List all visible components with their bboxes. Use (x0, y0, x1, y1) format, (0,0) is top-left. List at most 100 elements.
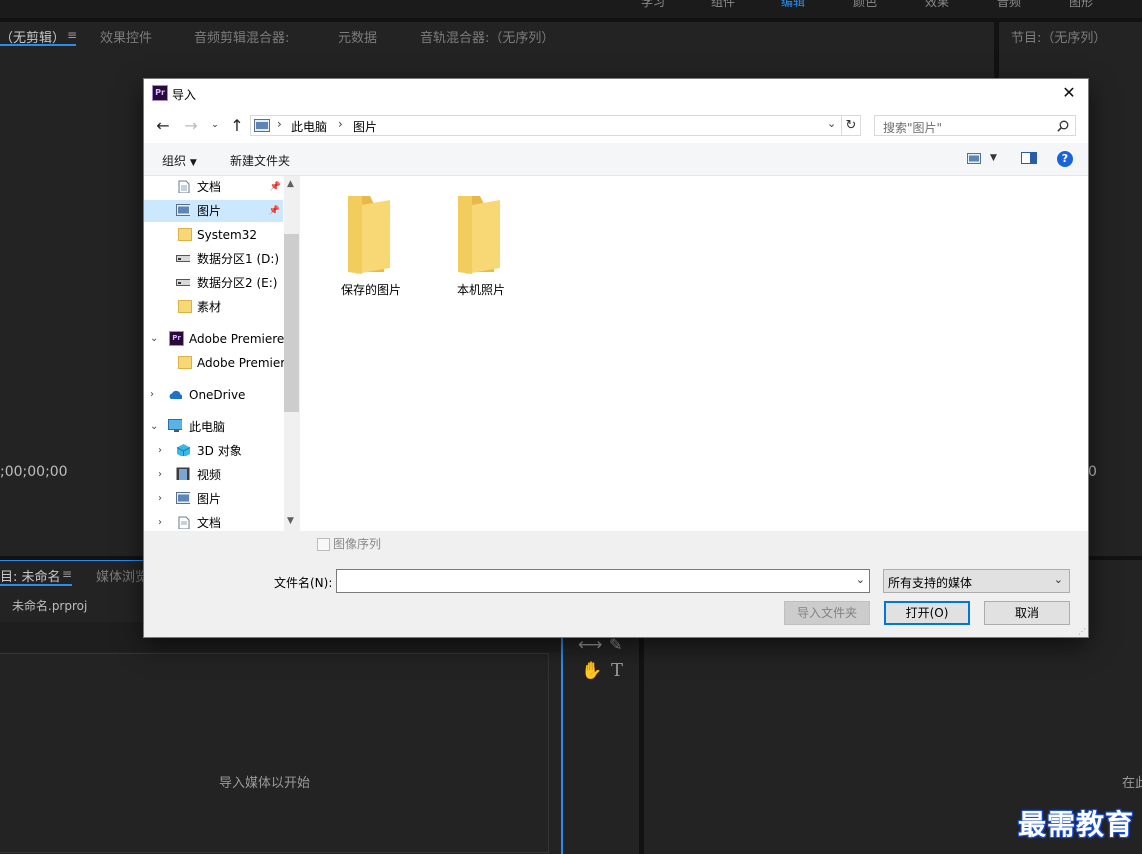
filetype-value: 所有支持的媒体 (888, 576, 973, 590)
nav-item-adobe-premier-folder[interactable]: Adobe Premier (144, 352, 285, 374)
nav-item-label: Adobe Premiere (189, 332, 285, 346)
hand-tool-icon[interactable]: ✋ (581, 661, 602, 681)
tab-effect-controls[interactable]: 效果控件 (100, 27, 152, 46)
breadcrumb-chevron-icon[interactable]: › (338, 117, 343, 131)
nav-item-label: 此电脑 (189, 420, 226, 434)
project-filename: 未命名.prproj (12, 599, 88, 613)
view-options-chevron-icon[interactable]: ▼ (990, 153, 997, 163)
preview-pane-icon[interactable] (1021, 152, 1037, 164)
tab-audio-track-mixer[interactable]: 音轨混合器:（无序列） (420, 27, 554, 46)
premiere-app-icon: Pr (152, 85, 168, 101)
breadcrumb-chevron-icon: › (277, 117, 282, 131)
collapsed-chevron-icon[interactable]: › (158, 440, 162, 462)
workspace-assembly[interactable]: 组件 (711, 0, 735, 10)
nav-item-documents[interactable]: 文档 📌 (144, 176, 284, 198)
up-arrow-icon[interactable]: ↑ (228, 116, 246, 135)
collapsed-chevron-icon[interactable]: › (158, 464, 162, 486)
nav-item-label: 数据分区2 (E:) (197, 276, 278, 290)
folder-item-camera-roll[interactable]: 本机照片 (436, 194, 526, 297)
nav-item-sucai[interactable]: 素材 (144, 296, 284, 318)
tab-menu-icon[interactable]: ≡ (67, 28, 77, 42)
folder-label: 本机照片 (456, 283, 505, 297)
close-button[interactable]: ✕ (1058, 83, 1080, 103)
refresh-icon[interactable]: ↻ (841, 115, 861, 136)
expanded-chevron-icon[interactable]: ⌄ (150, 416, 158, 438)
scroll-down-icon[interactable]: ▼ (287, 516, 294, 526)
nav-item-adobe-premiere[interactable]: ⌄ Pr Adobe Premiere (144, 328, 284, 350)
workspace-graphics[interactable]: 图形 (1069, 0, 1093, 10)
nav-item-pictures[interactable]: 图片 📌 (144, 200, 283, 222)
folder-icon (348, 196, 390, 274)
search-placeholder: 搜索"图片" (883, 121, 943, 135)
image-sequence-checkbox[interactable] (317, 538, 330, 551)
pen-tool-icon[interactable]: ✎ (609, 635, 622, 654)
workspace-editing[interactable]: 编辑 (781, 0, 805, 10)
drive-icon (176, 255, 190, 262)
nav-item-label: 文档 (197, 516, 222, 530)
tab-project[interactable]: 目: 未命名 (0, 566, 61, 585)
back-arrow-icon[interactable]: ← (154, 116, 172, 135)
nav-item-label: 3D 对象 (197, 444, 242, 458)
type-tool-icon[interactable]: T (611, 660, 623, 681)
cancel-button[interactable]: 取消 (984, 601, 1070, 625)
nav-item-drive-d[interactable]: 数据分区1 (D:) (144, 248, 284, 270)
scroll-up-icon[interactable]: ▲ (287, 179, 294, 189)
nav-item-label: OneDrive (189, 388, 246, 402)
forward-arrow-icon[interactable]: → (182, 116, 200, 135)
image-sequence-label: 图像序列 (333, 537, 382, 551)
address-dropdown-icon[interactable]: ⌄ (827, 117, 836, 130)
open-button[interactable]: 打开(O) (884, 601, 970, 625)
organize-button[interactable]: 组织 ▼ (162, 152, 197, 169)
timeline-empty-text: 在此 (1122, 776, 1142, 791)
workspace-learn[interactable]: 学习 (641, 0, 665, 10)
navigation-pane: 文档 📌 图片 📌 System32 数据分区1 (D:) 数据分区2 (E:)… (144, 176, 300, 531)
breadcrumb-this-pc[interactable]: 此电脑 (291, 118, 327, 135)
tab-menu-icon[interactable]: ≡ (62, 567, 72, 581)
nav-item-videos[interactable]: › 视频 (144, 464, 284, 486)
nav-item-this-pc[interactable]: ⌄ 此电脑 (144, 416, 284, 438)
tab-media-browser[interactable]: 媒体浏览 (96, 566, 148, 585)
collapsed-chevron-icon[interactable]: › (158, 488, 162, 510)
nav-scrollbar[interactable]: ▲ ▼ (284, 176, 300, 531)
collapsed-chevron-icon[interactable]: › (158, 512, 162, 531)
pin-icon: 📌 (268, 206, 280, 216)
expanded-chevron-icon[interactable]: ⌄ (150, 328, 158, 350)
folder-item-saved-pictures[interactable]: 保存的图片 (326, 194, 416, 297)
filetype-select[interactable]: 所有支持的媒体 ⌄ (883, 569, 1070, 593)
new-folder-button[interactable]: 新建文件夹 (230, 152, 290, 169)
workspace-color[interactable]: 颜色 (853, 0, 877, 10)
filename-input[interactable]: ⌄ (336, 569, 870, 593)
nav-item-drive-e[interactable]: 数据分区2 (E:) (144, 272, 284, 294)
collapsed-chevron-icon[interactable]: › (150, 384, 154, 406)
nav-item-onedrive[interactable]: › OneDrive (144, 384, 284, 406)
tab-audio-clip-mixer[interactable]: 音频剪辑混合器: (194, 27, 289, 46)
search-input[interactable]: 搜索"图片" (874, 115, 1076, 136)
nav-item-label: 数据分区1 (D:) (197, 252, 280, 266)
change-view-icon[interactable] (967, 153, 981, 164)
recent-locations-chevron-icon[interactable]: ⌄ (206, 120, 224, 130)
import-folder-button[interactable]: 导入文件夹 (784, 601, 870, 625)
nav-item-pictures-pc[interactable]: › 图片 (144, 488, 284, 510)
resize-grip-icon[interactable]: ⋰ (1078, 627, 1086, 636)
scrollbar-thumb[interactable] (284, 234, 299, 412)
search-icon[interactable] (1057, 120, 1069, 132)
chevron-down-icon[interactable]: ⌄ (856, 573, 865, 586)
3d-icon (176, 444, 190, 456)
tab-program[interactable]: 节目:（无序列） (1011, 27, 1106, 46)
nav-item-system32[interactable]: System32 (144, 224, 284, 246)
workspace-effects[interactable]: 效果 (925, 0, 949, 10)
tab-metadata[interactable]: 元数据 (338, 27, 377, 46)
folder-icon (178, 356, 192, 369)
document-icon (178, 180, 190, 193)
folder-icon (178, 300, 192, 313)
breadcrumb-pictures[interactable]: 图片 (353, 118, 377, 135)
nav-item-documents-pc[interactable]: › 文档 (144, 512, 284, 531)
workspace-audio[interactable]: 音频 (997, 0, 1021, 10)
help-icon[interactable]: ? (1057, 151, 1073, 167)
nav-item-3d-objects[interactable]: › 3D 对象 (144, 440, 284, 462)
nav-item-label: 图片 (197, 204, 222, 218)
slip-tool-icon[interactable]: ⟷ (578, 635, 602, 655)
nav-item-label: 文档 (197, 180, 222, 194)
address-bar[interactable]: › 此电脑 › 图片 ⌄ (250, 115, 861, 136)
chevron-down-icon: ⌄ (1053, 573, 1063, 586)
